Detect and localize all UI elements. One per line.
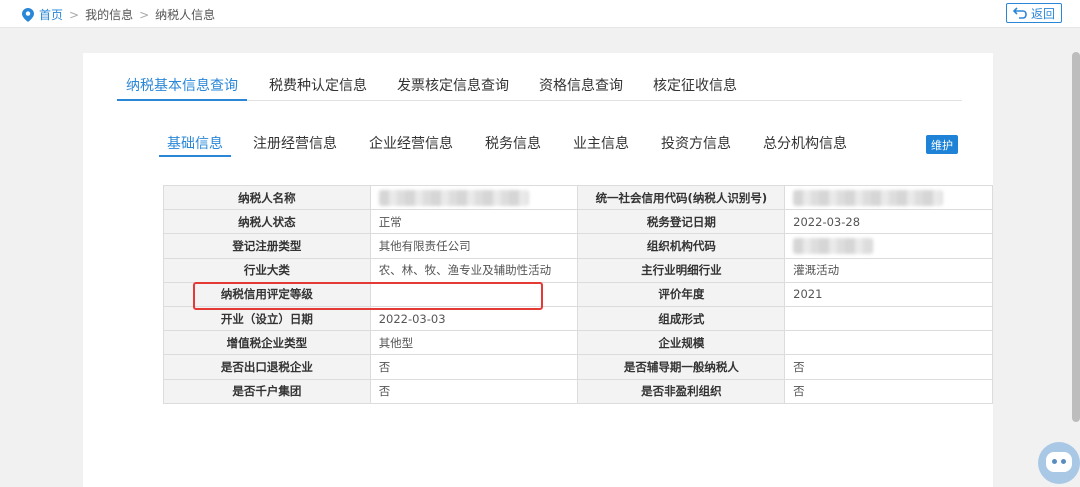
subtab-tax[interactable]: 税务信息 [485, 129, 541, 157]
assistant-robot-icon[interactable] [1038, 442, 1080, 484]
breadcrumb-separator: > [69, 7, 80, 22]
row-value: 2021 [784, 281, 993, 307]
table-row: 纳税人状态 正常 税务登记日期 2022-03-28 [163, 209, 993, 235]
row-value: 灌溉活动 [784, 257, 993, 283]
row-label: 纳税人状态 [163, 209, 371, 235]
row-label: 是否辅导期一般纳税人 [577, 354, 786, 380]
row-label: 企业规模 [577, 330, 786, 356]
row-value [784, 305, 993, 332]
row-label: 统一社会信用代码(纳税人识别号) [577, 184, 786, 211]
row-value [784, 330, 993, 356]
back-button[interactable]: 返回 [1006, 3, 1062, 23]
row-label: 组成形式 [577, 305, 786, 332]
row-value: 否 [784, 354, 993, 380]
subtab-basic[interactable]: 基础信息 [159, 129, 231, 157]
credit-code-value [784, 184, 993, 211]
row-value: 否 [369, 354, 579, 380]
row-value: 其他型 [369, 330, 579, 356]
scrollbar[interactable] [1072, 52, 1080, 422]
row-label: 纳税人名称 [163, 184, 371, 211]
maintain-button[interactable]: 维护 [926, 135, 958, 154]
redacted-text [378, 189, 529, 206]
red-highlight-box [193, 282, 543, 310]
row-value: 否 [784, 378, 993, 404]
row-label: 增值税企业类型 [163, 330, 371, 356]
subtab-business[interactable]: 企业经营信息 [369, 129, 453, 157]
tab-basic-info-query[interactable]: 纳税基本信息查询 [117, 71, 247, 101]
table-row: 登记注册类型 其他有限责任公司 组织机构代码 [163, 233, 993, 259]
breadcrumb-current: 纳税人信息 [155, 8, 216, 22]
back-button-label: 返回 [1030, 6, 1055, 21]
breadcrumb-separator: > [139, 7, 150, 22]
breadcrumb: 首页 > 我的信息 > 纳税人信息 [22, 6, 215, 23]
row-value: 其他有限责任公司 [369, 233, 579, 259]
row-label: 组织机构代码 [577, 233, 786, 259]
row-value: 农、林、牧、渔专业及辅助性活动 [369, 257, 579, 283]
top-bar: 首页 > 我的信息 > 纳税人信息 返回 [0, 0, 1080, 28]
content-card: 纳税基本信息查询 税费种认定信息 发票核定信息查询 资格信息查询 核定征收信息 … [83, 53, 993, 487]
table-row: 增值税企业类型 其他型 企业规模 [163, 330, 993, 356]
robot-eye [1061, 459, 1066, 464]
subtab-registration[interactable]: 注册经营信息 [253, 129, 337, 157]
subtab-owner[interactable]: 业主信息 [573, 129, 629, 157]
row-label: 是否非盈利组织 [577, 378, 786, 404]
row-value: 正常 [369, 209, 579, 235]
redacted-text [793, 237, 874, 254]
subtab-branch[interactable]: 总分机构信息 [763, 129, 847, 157]
table-row: 行业大类 农、林、牧、渔专业及辅助性活动 主行业明细行业 灌溉活动 [163, 257, 993, 283]
row-label: 税务登记日期 [577, 209, 786, 235]
table-row: 是否千户集团 否 是否非盈利组织 否 [163, 378, 993, 404]
tab-qualification-query[interactable]: 资格信息查询 [539, 71, 623, 101]
robot-face [1046, 452, 1072, 472]
row-value: 2022-03-28 [784, 209, 993, 235]
tab-assessed-collection[interactable]: 核定征收信息 [653, 71, 737, 101]
row-label: 开业（设立）日期 [163, 305, 371, 332]
row-label: 行业大类 [163, 257, 371, 283]
back-arrow-icon [1012, 7, 1027, 19]
subtab-investor[interactable]: 投资方信息 [661, 129, 731, 157]
tab-invoice-info-query[interactable]: 发票核定信息查询 [397, 71, 509, 101]
table-row: 纳税人名称 统一社会信用代码(纳税人识别号) [163, 184, 993, 211]
location-pin-icon [22, 7, 34, 22]
breadcrumb-home-link[interactable]: 首页 [39, 6, 63, 23]
org-code-value [784, 233, 993, 259]
table-row: 开业（设立）日期 2022-03-03 组成形式 [163, 305, 993, 332]
row-value: 否 [369, 378, 579, 404]
row-label: 是否千户集团 [163, 378, 371, 404]
robot-eye [1052, 459, 1057, 464]
row-label: 是否出口退税企业 [163, 354, 371, 380]
main-tab-bar: 纳税基本信息查询 税费种认定信息 发票核定信息查询 资格信息查询 核定征收信息 [117, 71, 962, 101]
breadcrumb-my-info-link[interactable]: 我的信息 [85, 6, 133, 23]
row-label: 主行业明细行业 [577, 257, 786, 283]
row-value: 2022-03-03 [369, 305, 579, 332]
row-label: 评价年度 [577, 281, 786, 307]
sub-tab-bar: 基础信息 注册经营信息 企业经营信息 税务信息 业主信息 投资方信息 总分机构信… [159, 129, 879, 157]
tab-tax-type-info[interactable]: 税费种认定信息 [269, 71, 367, 101]
table-row: 是否出口退税企业 否 是否辅导期一般纳税人 否 [163, 354, 993, 380]
redacted-text [793, 189, 944, 206]
taxpayer-name-value [369, 184, 579, 211]
row-label: 登记注册类型 [163, 233, 371, 259]
